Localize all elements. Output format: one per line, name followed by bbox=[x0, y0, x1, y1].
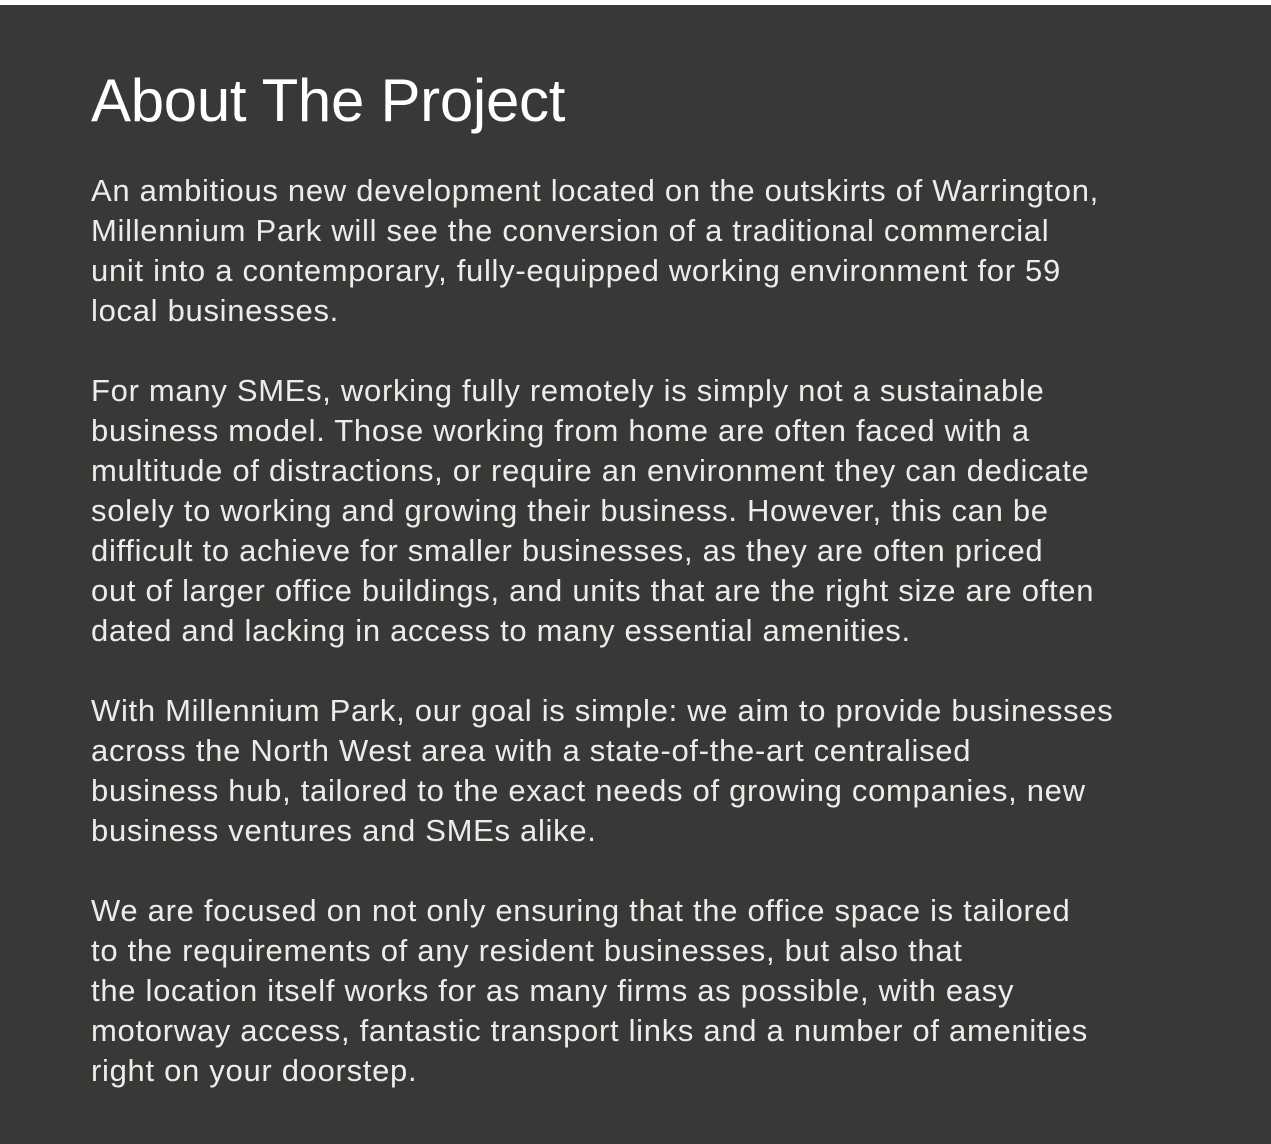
paragraph-line: dated and lacking in access to many esse… bbox=[91, 613, 911, 648]
paragraph-location: We are focused on not only ensuring that… bbox=[91, 891, 1231, 1091]
paragraph-line: unit into a contemporary, fully-equipped… bbox=[91, 253, 1061, 288]
paragraph-line: out of larger office buildings, and unit… bbox=[91, 573, 1095, 608]
paragraph-line: motorway access, fantastic transport lin… bbox=[91, 1013, 1088, 1048]
paragraph-line: For many SMEs, working fully remotely is… bbox=[91, 373, 1045, 408]
paragraph-line: business ventures and SMEs alike. bbox=[91, 813, 597, 848]
paragraph-smes: For many SMEs, working fully remotely is… bbox=[91, 371, 1231, 651]
paragraph-line: to the requirements of any resident busi… bbox=[91, 933, 963, 968]
paragraph-line: We are focused on not only ensuring that… bbox=[91, 893, 1071, 928]
paragraph-line: across the North West area with a state-… bbox=[91, 733, 972, 768]
paragraph-line: An ambitious new development located on … bbox=[91, 173, 1099, 208]
paragraph-line: difficult to achieve for smaller busines… bbox=[91, 533, 1044, 568]
section-title: About The Project bbox=[91, 67, 566, 134]
paragraph-line: Millennium Park will see the conversion … bbox=[91, 213, 1050, 248]
paragraph-line: right on your doorstep. bbox=[91, 1053, 418, 1088]
paragraph-line: multitude of distractions, or require an… bbox=[91, 453, 1090, 488]
paragraph-goal: With Millennium Park, our goal is simple… bbox=[91, 691, 1231, 851]
paragraph-intro: An ambitious new development located on … bbox=[91, 171, 1231, 331]
paragraph-line: With Millennium Park, our goal is simple… bbox=[91, 693, 1114, 728]
paragraph-line: business model. Those working from home … bbox=[91, 413, 1030, 448]
paragraph-line: local businesses. bbox=[91, 293, 339, 328]
paragraph-line: the location itself works for as many fi… bbox=[91, 973, 1015, 1008]
paragraph-line: business hub, tailored to the exact need… bbox=[91, 773, 1086, 808]
about-project-panel: About The Project An ambitious new devel… bbox=[0, 5, 1271, 1144]
paragraph-line: solely to working and growing their busi… bbox=[91, 493, 1049, 528]
